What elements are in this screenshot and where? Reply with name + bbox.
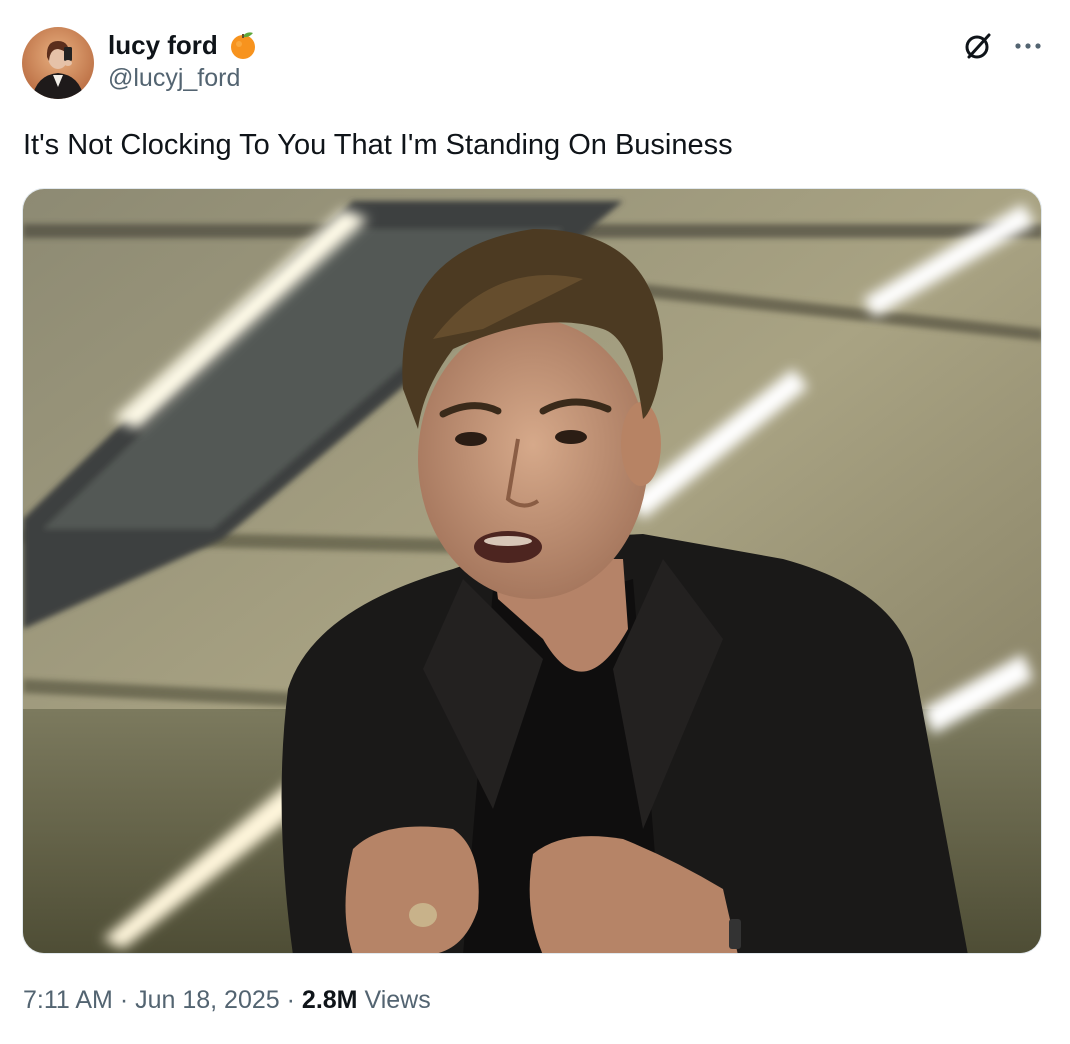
tweet-media[interactable] (22, 188, 1042, 954)
grok-icon[interactable] (958, 26, 998, 66)
tweet: lucy ford @lucyj_ford It's Not Clocking … (0, 0, 1070, 1044)
views-count: 2.8M (301, 986, 358, 1014)
meta-separator: · (119, 986, 129, 1014)
display-name[interactable]: lucy ford (108, 30, 218, 61)
orange-emoji-icon (227, 29, 259, 61)
tweet-meta: 7:11 AM · Jun 18, 2025 · 2.8M Views (23, 986, 431, 1015)
handle[interactable]: @lucyj_ford (108, 64, 259, 93)
tweet-text: It's Not Clocking To You That I'm Standi… (23, 129, 733, 161)
name-row: lucy ford (108, 28, 259, 62)
profile-photo-icon (22, 27, 94, 99)
meta-separator: · (286, 986, 295, 1014)
author-block: lucy ford @lucyj_ford (108, 28, 259, 93)
more-icon[interactable] (1008, 26, 1048, 66)
views-label: Views (364, 986, 431, 1014)
tweet-time[interactable]: 7:11 AM (23, 986, 113, 1014)
avatar[interactable] (22, 27, 94, 99)
movie-still-man-in-black-suit-icon (23, 189, 1041, 953)
tweet-date[interactable]: Jun 18, 2025 (135, 986, 280, 1014)
